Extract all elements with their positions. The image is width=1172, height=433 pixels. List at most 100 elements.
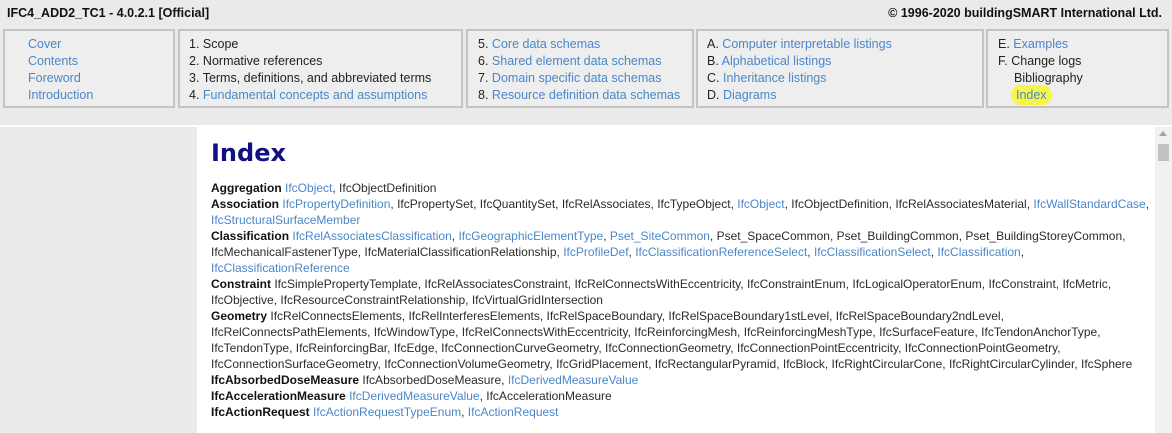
- index-reference: IfcRelSpaceBoundary1stLevel: [668, 309, 830, 323]
- content-pane[interactable]: Index Aggregation IfcObject, IfcObjectDe…: [197, 127, 1155, 433]
- index-reference: IfcTendonType: [211, 341, 290, 355]
- index-term: Constraint: [211, 277, 271, 291]
- index-reference: IfcBlock: [782, 357, 825, 371]
- index-term: IfcAccelerationMeasure: [211, 389, 346, 403]
- nav-item-domain-specific-data-schemas[interactable]: 7. Domain specific data schemas: [478, 70, 692, 87]
- nav-item-number: B.: [707, 54, 719, 68]
- scrollbar-thumb[interactable]: [1158, 144, 1169, 161]
- index-term: Classification: [211, 229, 290, 243]
- nav-item-label[interactable]: Shared element data schemas: [492, 54, 662, 68]
- nav-item-normative-references: 2. Normative references: [189, 53, 461, 70]
- index-reference: IfcReinforcingMesh: [634, 325, 738, 339]
- index-reference: IfcRelAssociatesConstraint: [424, 277, 568, 291]
- index-reference[interactable]: IfcDerivedMeasureValue: [508, 373, 639, 387]
- index-entry: Constraint IfcSimplePropertyTemplate, If…: [211, 277, 1112, 307]
- index-reference: IfcMetric: [1062, 277, 1108, 291]
- index-reference: IfcRectangularPyramid: [654, 357, 777, 371]
- index-reference[interactable]: IfcWallStandardCase: [1033, 197, 1145, 211]
- nav-item-label[interactable]: Contents: [28, 54, 78, 68]
- index-reference: IfcRelAssociates: [561, 197, 651, 211]
- nav-item-number: 1.: [189, 37, 200, 51]
- nav-item-label[interactable]: Index: [1014, 88, 1049, 102]
- nav-item-label[interactable]: Diagrams: [723, 88, 777, 102]
- index-term: IfcActionRequest: [211, 405, 310, 419]
- index-reference: IfcReinforcingBar: [295, 341, 388, 355]
- nav-item-foreword[interactable]: Foreword: [28, 70, 173, 87]
- index-reference: IfcObjectDefinition: [791, 197, 889, 211]
- index-entry: IfcAccelerationMeasure IfcDerivedMeasure…: [211, 389, 612, 403]
- index-reference[interactable]: IfcStructuralSurfaceMember: [211, 213, 360, 227]
- index-reference: IfcVirtualGridIntersection: [471, 293, 603, 307]
- nav-item-label[interactable]: Fundamental concepts and assumptions: [203, 88, 427, 102]
- index-reference[interactable]: IfcObject: [737, 197, 784, 211]
- nav-item-label[interactable]: Cover: [28, 37, 61, 51]
- index-reference: IfcTendonAnchorType: [981, 325, 1098, 339]
- nav-item-core-data-schemas[interactable]: 5. Core data schemas: [478, 36, 692, 53]
- nav-item-number: C.: [707, 71, 720, 85]
- index-entry: Classification IfcRelAssociatesClassific…: [211, 229, 1126, 275]
- index-reference[interactable]: IfcObject: [285, 181, 332, 195]
- nav-item-label[interactable]: Resource definition data schemas: [492, 88, 680, 102]
- index-reference[interactable]: Pset_SiteCommon: [610, 229, 710, 243]
- index-reference[interactable]: IfcDerivedMeasureValue: [349, 389, 480, 403]
- nav-item-number: 8.: [478, 88, 489, 102]
- index-term: Association: [211, 197, 280, 211]
- nav-item-cover[interactable]: Cover: [28, 36, 173, 53]
- index-reference: IfcAccelerationMeasure: [486, 389, 612, 403]
- index-reference: IfcRelInterferesElements: [408, 309, 540, 323]
- nav-item-contents[interactable]: Contents: [28, 53, 173, 70]
- index-reference[interactable]: IfcActionRequest: [468, 405, 559, 419]
- nav-item-label[interactable]: Inheritance listings: [723, 71, 827, 85]
- nav-item-label[interactable]: Examples: [1013, 37, 1068, 51]
- nav-item-inheritance-listings[interactable]: C. Inheritance listings: [707, 70, 982, 87]
- nav-item-number: 7.: [478, 71, 489, 85]
- nav-box-front-matter: Cover Contents Foreword Introduction: [3, 29, 175, 108]
- index-reference[interactable]: IfcClassificationReference: [211, 261, 350, 275]
- nav-item-shared-element-data-schemas[interactable]: 6. Shared element data schemas: [478, 53, 692, 70]
- index-reference: IfcMaterialClassificationRelationship: [364, 245, 557, 259]
- nav-item-label[interactable]: Introduction: [28, 88, 93, 102]
- nav-item-introduction[interactable]: Introduction: [28, 87, 173, 104]
- index-reference: IfcConnectionGeometry: [605, 341, 731, 355]
- nav-item-label: Terms, definitions, and abbreviated term…: [202, 71, 432, 85]
- index-reference: Pset_SpaceCommon: [716, 229, 830, 243]
- nav-item-number: F.: [998, 54, 1008, 68]
- index-reference[interactable]: IfcPropertyDefinition: [282, 197, 390, 211]
- index-entry: IfcAbsorbedDoseMeasure IfcAbsorbedDoseMe…: [211, 373, 639, 387]
- index-reference: IfcRelSpaceBoundary: [546, 309, 662, 323]
- left-panel: [0, 127, 197, 433]
- nav-item-label[interactable]: Core data schemas: [492, 37, 600, 51]
- scroll-up-arrow-icon[interactable]: [1159, 131, 1167, 136]
- index-reference: IfcRelConnectsElements: [270, 309, 402, 323]
- nav-item-index[interactable]: Index: [998, 87, 1167, 104]
- index-reference[interactable]: IfcRelAssociatesClassification: [292, 229, 451, 243]
- nav-item-label[interactable]: Alphabetical listings: [722, 54, 832, 68]
- nav-item-diagrams[interactable]: D. Diagrams: [707, 87, 982, 104]
- index-reference[interactable]: IfcClassification: [937, 245, 1020, 259]
- index-reference: IfcRelSpaceBoundary2ndLevel: [835, 309, 1001, 323]
- nav-item-label[interactable]: Domain specific data schemas: [492, 71, 662, 85]
- nav-item-fundamental-concepts-and-assumptions[interactable]: 4. Fundamental concepts and assumptions: [189, 87, 461, 104]
- nav-item-computer-interpretable-listings[interactable]: A. Computer interpretable listings: [707, 36, 982, 53]
- nav-item-alphabetical-listings[interactable]: B. Alphabetical listings: [707, 53, 982, 70]
- index-reference[interactable]: IfcClassificationReferenceSelect: [635, 245, 807, 259]
- nav-item-examples[interactable]: E. Examples: [998, 36, 1167, 53]
- index-reference[interactable]: IfcClassificationSelect: [814, 245, 931, 259]
- nav-item-label: Scope: [202, 37, 239, 51]
- index-reference: Pset_BuildingCommon: [836, 229, 959, 243]
- nav-item-terms-definitions-and-abbreviated-terms: 3. Terms, definitions, and abbreviated t…: [189, 70, 461, 87]
- index-reference: IfcSphere: [1080, 357, 1133, 371]
- nav-item-label[interactable]: Computer interpretable listings: [722, 37, 892, 51]
- index-entry: IfcActionRequest IfcActionRequestTypeEnu…: [211, 405, 559, 419]
- nav-item-number: E.: [998, 37, 1010, 51]
- header-row: IFC4_ADD2_TC1 - 4.0.2.1 [Official] © 199…: [7, 6, 1167, 22]
- nav-item-resource-definition-data-schemas[interactable]: 8. Resource definition data schemas: [478, 87, 692, 104]
- vertical-scrollbar[interactable]: [1155, 127, 1172, 433]
- index-reference[interactable]: IfcProfileDef: [563, 245, 628, 259]
- index-reference[interactable]: IfcActionRequestTypeEnum: [313, 405, 461, 419]
- index-reference[interactable]: IfcGeographicElementType: [458, 229, 603, 243]
- index-reference: IfcConnectionPointEccentricity: [736, 341, 899, 355]
- nav-item-label[interactable]: Foreword: [28, 71, 81, 85]
- index-term: IfcAbsorbedDoseMeasure: [211, 373, 360, 387]
- nav-box-clauses-1-4: 1. Scope 2. Normative references 3. Terms,…: [178, 29, 463, 108]
